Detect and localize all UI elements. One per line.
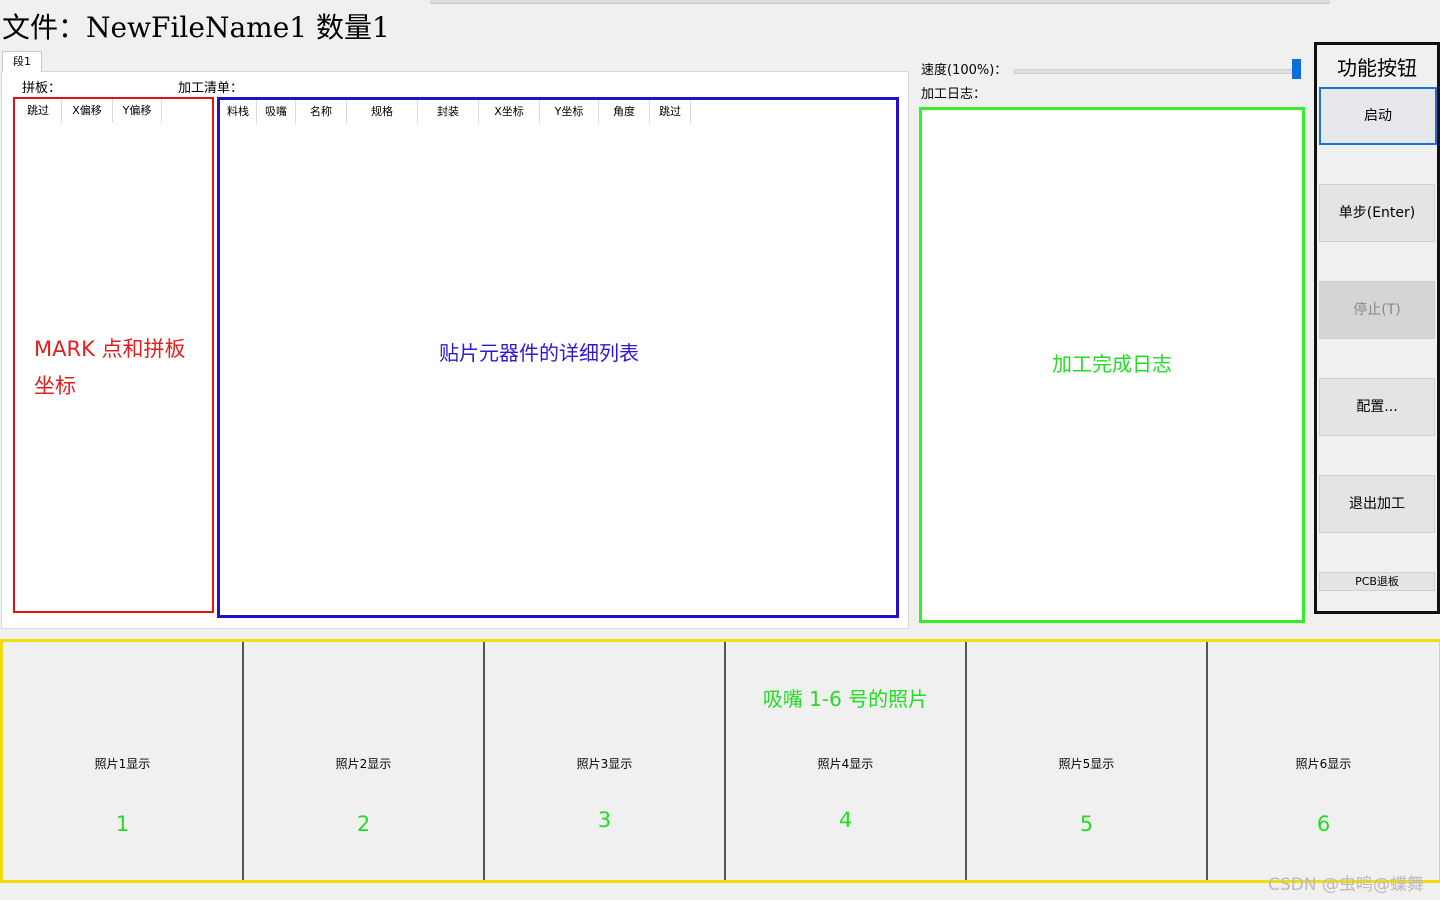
col-y-coord[interactable]: Y坐标 — [540, 100, 599, 124]
photo-cell-3: 照片3显示 3 — [485, 642, 726, 880]
col-x-coord[interactable]: X坐标 — [479, 100, 540, 124]
photo-1-caption: 照片1显示 — [94, 757, 151, 771]
process-list-label: 加工清单： — [178, 81, 244, 96]
photo-6-caption: 照片6显示 — [1295, 757, 1352, 771]
mark-col-skip[interactable]: 跳过 — [15, 99, 62, 123]
speed-label: 速度(100%)： — [921, 63, 1008, 78]
list-annotation: 贴片元器件的详细列表 — [439, 341, 639, 365]
photo-4-caption: 照片4显示 — [817, 757, 874, 771]
mark-table[interactable]: 跳过 X偏移 Y偏移 MARK 点和拼板坐标 — [13, 97, 214, 613]
start-button[interactable]: 启动 — [1319, 87, 1437, 145]
config-button[interactable]: 配置... — [1319, 378, 1435, 436]
photo-3-number: 3 — [597, 808, 612, 832]
nozzle-annotation: 吸嘴 1-6 号的照片 — [762, 687, 929, 711]
photo-4-number: 4 — [838, 808, 853, 832]
speed-slider-handle[interactable] — [1292, 59, 1301, 79]
tab-segment-1[interactable]: 段1 — [2, 51, 42, 72]
photo-cell-5: 照片5显示 5 — [967, 642, 1208, 880]
photo-5-number: 5 — [1079, 812, 1094, 836]
col-feeder[interactable]: 料栈 — [220, 100, 257, 124]
photo-2-caption: 照片2显示 — [335, 757, 392, 771]
photo-6-number: 6 — [1316, 812, 1331, 836]
panel-label: 拼板： — [22, 81, 62, 96]
mark-col-y-offset[interactable]: Y偏移 — [113, 99, 162, 123]
col-package[interactable]: 封装 — [418, 100, 479, 124]
watermark: CSDN @虫鸣@蝶舞 — [1268, 875, 1424, 895]
log-label: 加工日志： — [921, 87, 987, 102]
stop-button[interactable]: 停止(T) — [1319, 281, 1435, 339]
photo-cell-6: 照片6显示 6 — [1208, 642, 1439, 880]
photo-1-number: 1 — [115, 812, 130, 836]
mark-table-header: 跳过 X偏移 Y偏移 — [15, 99, 212, 123]
mark-annotation: MARK 点和拼板坐标 — [34, 337, 186, 398]
col-skip[interactable]: 跳过 — [650, 100, 691, 124]
file-title: 文件：NewFileName1 数量1 — [2, 11, 390, 44]
top-divider — [430, 0, 1330, 4]
nozzle-photo-strip: 照片1显示 1 照片2显示 2 照片3显示 3 吸嘴 1-6 号的照片 照片4显… — [0, 639, 1440, 883]
photo-cell-4: 吸嘴 1-6 号的照片 照片4显示 4 — [726, 642, 967, 880]
process-table-header: 料栈 吸嘴 名称 规格 封装 X坐标 Y坐标 角度 跳过 — [220, 100, 896, 124]
photo-cell-1: 照片1显示 1 — [3, 642, 244, 880]
function-panel: 功能按钮 启动 单步(Enter) 停止(T) 配置... 退出加工 PCB退板 — [1314, 42, 1440, 614]
log-annotation: 加工完成日志 — [1052, 352, 1172, 376]
mark-col-x-offset[interactable]: X偏移 — [62, 99, 113, 123]
col-angle[interactable]: 角度 — [599, 100, 650, 124]
photo-5-caption: 照片5显示 — [1058, 757, 1115, 771]
col-name[interactable]: 名称 — [296, 100, 347, 124]
photo-3-caption: 照片3显示 — [576, 757, 633, 771]
col-nozzle[interactable]: 吸嘴 — [257, 100, 296, 124]
col-spec[interactable]: 规格 — [347, 100, 418, 124]
process-log[interactable]: 加工完成日志 — [919, 107, 1305, 623]
function-panel-title: 功能按钮 — [1337, 56, 1417, 80]
pcb-exit-button[interactable]: PCB退板 — [1319, 572, 1435, 591]
exit-process-button[interactable]: 退出加工 — [1319, 475, 1435, 533]
photo-cell-2: 照片2显示 2 — [244, 642, 485, 880]
photo-2-number: 2 — [356, 812, 371, 836]
step-button[interactable]: 单步(Enter) — [1319, 184, 1435, 242]
speed-slider-track[interactable] — [1014, 69, 1294, 74]
process-table[interactable]: 料栈 吸嘴 名称 规格 封装 X坐标 Y坐标 角度 跳过 贴片元器件的详细列表 — [217, 97, 899, 618]
